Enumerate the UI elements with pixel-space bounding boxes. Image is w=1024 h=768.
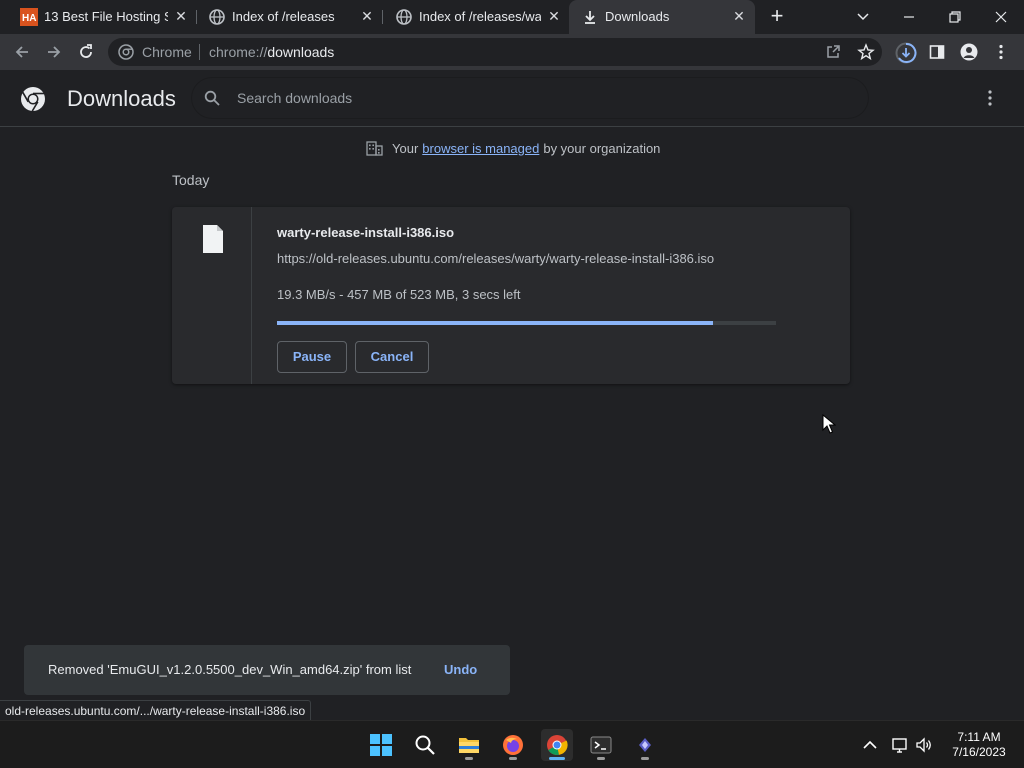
reload-icon[interactable] — [74, 40, 98, 64]
downloads-toolbar-icon[interactable] — [895, 42, 917, 64]
close-tab-icon[interactable]: ✕ — [546, 8, 562, 24]
emugui-button[interactable] — [629, 729, 661, 761]
tab-search-icon[interactable] — [851, 6, 875, 28]
running-indicator — [509, 757, 517, 760]
tab-index-releases-warty[interactable]: Index of /releases/wart ✕ — [383, 0, 569, 34]
search-placeholder: Search downloads — [237, 90, 353, 106]
running-indicator — [597, 757, 605, 760]
more-options-icon[interactable] — [980, 86, 1000, 110]
tab-title: Index of /releases/wart — [419, 9, 541, 24]
terminal-icon — [590, 736, 612, 754]
downloads-header: Downloads Search downloads — [0, 70, 1024, 127]
chrome-menu-icon[interactable] — [998, 44, 1004, 60]
active-indicator — [549, 757, 565, 760]
search-downloads-field[interactable]: Search downloads — [192, 78, 868, 118]
share-icon[interactable] — [824, 43, 842, 61]
url-scheme: chrome:// — [209, 44, 268, 60]
taskbar-search-button[interactable] — [409, 729, 441, 761]
tab-title: Downloads — [605, 9, 670, 24]
firefox-icon — [503, 735, 523, 755]
download-status: 19.3 MB/s - 457 MB of 523 MB, 3 secs lef… — [277, 287, 521, 302]
tab-downloads[interactable]: Downloads ✕ — [569, 0, 755, 34]
taskbar-clock[interactable]: 7:11 AM 7/16/2023 — [948, 730, 1010, 760]
download-icon — [585, 11, 595, 24]
mouse-cursor-icon — [822, 414, 836, 434]
start-button[interactable] — [365, 729, 397, 761]
chrome-color-icon — [547, 735, 568, 756]
forward-icon[interactable] — [42, 40, 66, 64]
chrome-logo-icon — [21, 87, 45, 112]
close-window-icon[interactable] — [989, 6, 1013, 28]
tab-strip: HA 13 Best File Hosting Se ✕ Index of /r… — [0, 0, 1024, 34]
removed-toast: Removed 'EmuGUI_v1.2.0.5500_dev_Win_amd6… — [24, 645, 510, 695]
close-tab-icon[interactable]: ✕ — [731, 8, 747, 24]
tab-title: Index of /releases — [232, 9, 335, 24]
download-progress-bar — [277, 321, 776, 325]
download-file-name[interactable]: warty-release-install-i386.iso — [277, 225, 454, 240]
tab-title: 13 Best File Hosting Se — [44, 9, 168, 24]
emugui-icon — [639, 738, 651, 752]
profile-icon[interactable] — [960, 43, 978, 61]
browser-managed-link[interactable]: browser is managed — [422, 141, 539, 156]
restore-icon[interactable] — [943, 6, 967, 28]
bookmark-star-icon[interactable] — [857, 43, 875, 61]
cancel-button[interactable]: Cancel — [355, 341, 429, 373]
show-hidden-icons-icon[interactable] — [860, 735, 880, 755]
new-tab-button[interactable]: + — [766, 5, 788, 28]
globe-icon — [209, 9, 225, 25]
link-status-bubble: old-releases.ubuntu.com/.../warty-releas… — [0, 700, 312, 720]
omnibox-url: chrome://downloads — [209, 44, 334, 60]
file-icon-column — [172, 207, 252, 384]
svg-text:HA: HA — [22, 13, 36, 24]
download-item: warty-release-install-i386.iso https://o… — [172, 207, 850, 384]
search-icon — [204, 90, 220, 106]
undo-button[interactable]: Undo — [444, 662, 477, 677]
chrome-icon — [118, 44, 134, 60]
clock-date: 7/16/2023 — [952, 745, 1006, 759]
running-indicator — [465, 757, 473, 760]
omnibox-chip: Chrome — [142, 44, 192, 60]
pause-button[interactable]: Pause — [277, 341, 347, 373]
clock-time: 7:11 AM — [957, 730, 1001, 744]
managed-notice: Your browser is managed by your organiza… — [366, 141, 660, 156]
folder-icon — [459, 738, 479, 753]
download-progress-fill — [277, 321, 714, 325]
section-heading-today: Today — [172, 172, 210, 188]
windows-taskbar: 7:11 AM 7/16/2023 — [0, 720, 1024, 768]
running-indicator — [641, 757, 649, 760]
chrome-taskbar-button[interactable] — [541, 729, 573, 761]
globe-icon — [396, 9, 412, 25]
toast-message: Removed 'EmuGUI_v1.2.0.5500_dev_Win_amd6… — [48, 662, 412, 677]
terminal-button[interactable] — [585, 729, 617, 761]
tab-index-releases[interactable]: Index of /releases ✕ — [196, 0, 382, 34]
address-bar[interactable]: Chrome chrome://downloads — [108, 38, 882, 66]
url-host: downloads — [267, 44, 335, 60]
minimize-icon[interactable] — [897, 6, 921, 28]
managed-text-before: Your — [392, 141, 419, 156]
volume-icon[interactable] — [914, 735, 934, 755]
close-tab-icon[interactable]: ✕ — [359, 8, 375, 24]
network-icon[interactable] — [890, 735, 910, 755]
ha-logo-icon: HA — [20, 8, 38, 26]
building-icon — [366, 141, 383, 156]
download-source-url[interactable]: https://old-releases.ubuntu.com/releases… — [277, 251, 714, 266]
browser-toolbar: Chrome chrome://downloads — [0, 34, 1024, 70]
managed-text-after: by your organization — [543, 141, 661, 156]
file-explorer-button[interactable] — [453, 729, 485, 761]
close-tab-icon[interactable]: ✕ — [173, 8, 189, 24]
firefox-button[interactable] — [497, 729, 529, 761]
page-title: Downloads — [67, 86, 176, 111]
omnibox-divider — [199, 44, 200, 60]
tab-file-hosting[interactable]: HA 13 Best File Hosting Se ✕ — [8, 0, 196, 34]
side-panel-icon[interactable] — [929, 44, 945, 60]
windows-logo-icon — [370, 734, 392, 756]
search-icon — [415, 735, 435, 755]
file-icon — [203, 225, 223, 253]
back-icon[interactable] — [10, 40, 34, 64]
